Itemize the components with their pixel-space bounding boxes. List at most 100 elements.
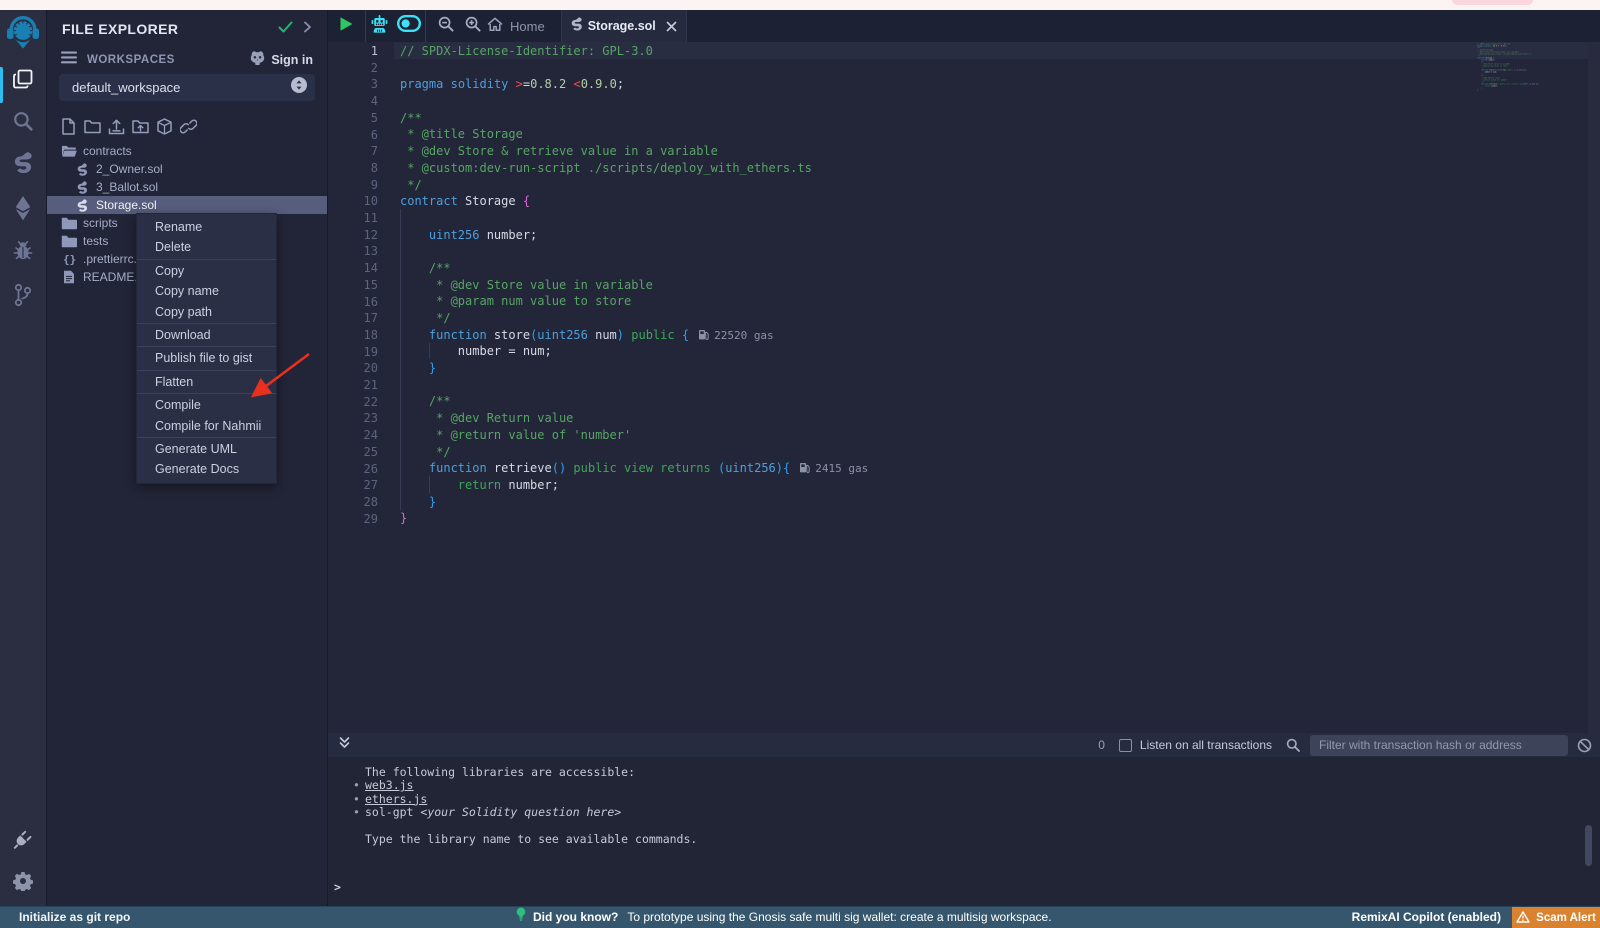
git-init-button[interactable]: Initialize as git repo [19,907,130,928]
tip-text: To prototype using the Gnosis safe multi… [627,907,1051,928]
file-explorer-header: FILE EXPLORER [47,10,327,43]
clear-console-icon[interactable] [1577,738,1592,753]
transaction-count-badge: 0 [1098,738,1105,752]
file-context-menu: RenameDelete CopyCopy nameCopy path Downlo… [136,213,277,484]
terminal-scrollbar-thumb[interactable] [1585,825,1592,866]
listen-transactions-checkbox[interactable] [1119,739,1132,752]
menu-item-delete[interactable]: Delete [137,237,276,257]
menu-item-copy[interactable]: Copy [137,261,276,281]
remix-logo-icon [0,14,46,50]
menu-item-copy-path[interactable]: Copy path [137,302,276,322]
menu-item-publish-file-to-gist[interactable]: Publish file to gist [137,348,276,368]
line-numbers: 1234567891011121314151617181920212223242… [328,43,378,527]
tree-item-label: Storage.sol [96,198,157,212]
terminal-line: •ethers.js [328,793,1600,806]
menu-item-compile[interactable]: Compile [137,395,276,415]
workspace-select-arrows-icon [291,77,307,98]
solidity-icon [74,163,90,176]
sign-in-label: Sign in [271,53,313,67]
gas-estimate: 22520 gas [1516,69,1526,71]
gas-estimate: 2415 gas [799,462,868,475]
terminal-link[interactable]: web3.js [365,778,413,792]
tab-storage-sol[interactable]: Storage.sol [561,10,687,42]
terminal-line [328,820,1600,833]
close-tab-icon[interactable] [666,21,677,32]
menu-separator [137,437,276,438]
menu-item-generate-uml[interactable]: Generate UML [137,439,276,459]
ai-copilot-robot-icon[interactable] [371,15,388,38]
menu-item-download[interactable]: Download [137,325,276,345]
tree-item-label: 3_Ballot.sol [96,180,158,194]
tree-item-2-owner-sol[interactable]: 2_Owner.sol [47,160,327,178]
panel-title: FILE EXPLORER [62,21,268,37]
did-you-know-tip: Did you know? To prototype using the Gno… [516,907,1052,928]
new-file-icon[interactable] [60,118,77,135]
gas-estimate: 22520 gas [698,329,774,342]
menu-separator [137,323,276,324]
menu-separator [137,259,276,260]
home-icon [487,17,503,35]
solidity-icon [74,181,90,194]
file-explorer-icon[interactable] [0,68,46,90]
workspaces-label: WORKSPACES [87,54,249,66]
menu-separator [137,346,276,347]
copilot-status[interactable]: RemixAI Copilot (enabled) [1352,907,1501,928]
code-editor[interactable]: 1234567891011121314151617181920212223242… [328,42,1600,733]
expand-terminal-icon[interactable] [338,736,351,754]
terminal-line: •web3.js [328,779,1600,792]
link-icon[interactable] [180,118,197,135]
browser-top-strip [0,0,1600,10]
scam-alert-button[interactable]: Scam Alert [1512,907,1600,928]
hamburger-icon[interactable] [61,51,77,69]
tab-home[interactable]: Home [485,10,561,42]
main-column: Home Storage.sol 12345678910111213141516… [328,10,1600,906]
check-icon[interactable] [278,20,293,38]
zoom-in-icon[interactable] [465,16,481,37]
settings-icon[interactable] [0,871,46,891]
zoom-out-icon[interactable] [438,16,454,37]
folder-icon [61,235,77,248]
github-icon [249,51,266,68]
terminal-line: Type the library name to see available c… [328,833,1600,846]
terminal-link[interactable]: ethers.js [365,792,427,806]
debugger-icon[interactable] [0,241,46,261]
tree-item-label: 2_Owner.sol [96,162,163,176]
tree-item-contracts[interactable]: contracts [47,142,327,160]
workspaces-row: WORKSPACES Sign in [47,47,327,72]
menu-item-compile-for-nahmii[interactable]: Compile for Nahmii [137,416,276,436]
minimap[interactable]: // SPDX-License-Identifier: GPL-3.0pragm… [1477,43,1593,446]
transaction-filter-input[interactable] [1310,735,1568,756]
tree-item-3-ballot-sol[interactable]: 3_Ballot.sol [47,178,327,196]
tree-item-label: tests [83,234,108,248]
deploy-run-icon[interactable] [0,195,46,221]
git-icon[interactable] [0,283,46,307]
gist-cube-icon[interactable] [156,118,173,135]
chevron-right-icon[interactable] [303,20,312,38]
activity-bar [0,10,47,906]
editor-toolbar: Home Storage.sol [328,10,1600,42]
svg-text:{}: {} [63,253,76,265]
menu-item-flatten[interactable]: Flatten [137,372,276,392]
folder-open-icon [61,144,77,158]
tree-item-storage-sol[interactable]: Storage.sol [47,196,327,214]
gas-estimate: 2415 gas [1530,83,1539,85]
github-sign-in[interactable]: Sign in [249,51,313,68]
upload-folder-icon[interactable] [132,118,149,135]
plugin-manager-icon[interactable] [0,828,46,850]
menu-item-rename[interactable]: Rename [137,217,276,237]
solidity-compiler-icon[interactable] [0,151,46,173]
ai-copilot-toggle[interactable] [397,15,421,37]
workspace-select[interactable]: default_workspace [59,74,315,101]
file-explorer-toolbar [47,101,327,139]
menu-item-copy-name[interactable]: Copy name [137,281,276,301]
new-folder-icon[interactable] [84,118,101,135]
upload-file-icon[interactable] [108,118,125,135]
indent-guide [400,209,401,510]
search-icon[interactable] [0,111,46,131]
menu-item-generate-docs[interactable]: Generate Docs [137,459,276,479]
run-script-button[interactable] [339,16,354,37]
braces-icon: {} [61,253,77,265]
terminal-search-icon [1286,738,1300,752]
terminal-output[interactable]: The following libraries are accessible:•… [328,757,1600,906]
terminal-line: The following libraries are accessible: [328,766,1600,779]
